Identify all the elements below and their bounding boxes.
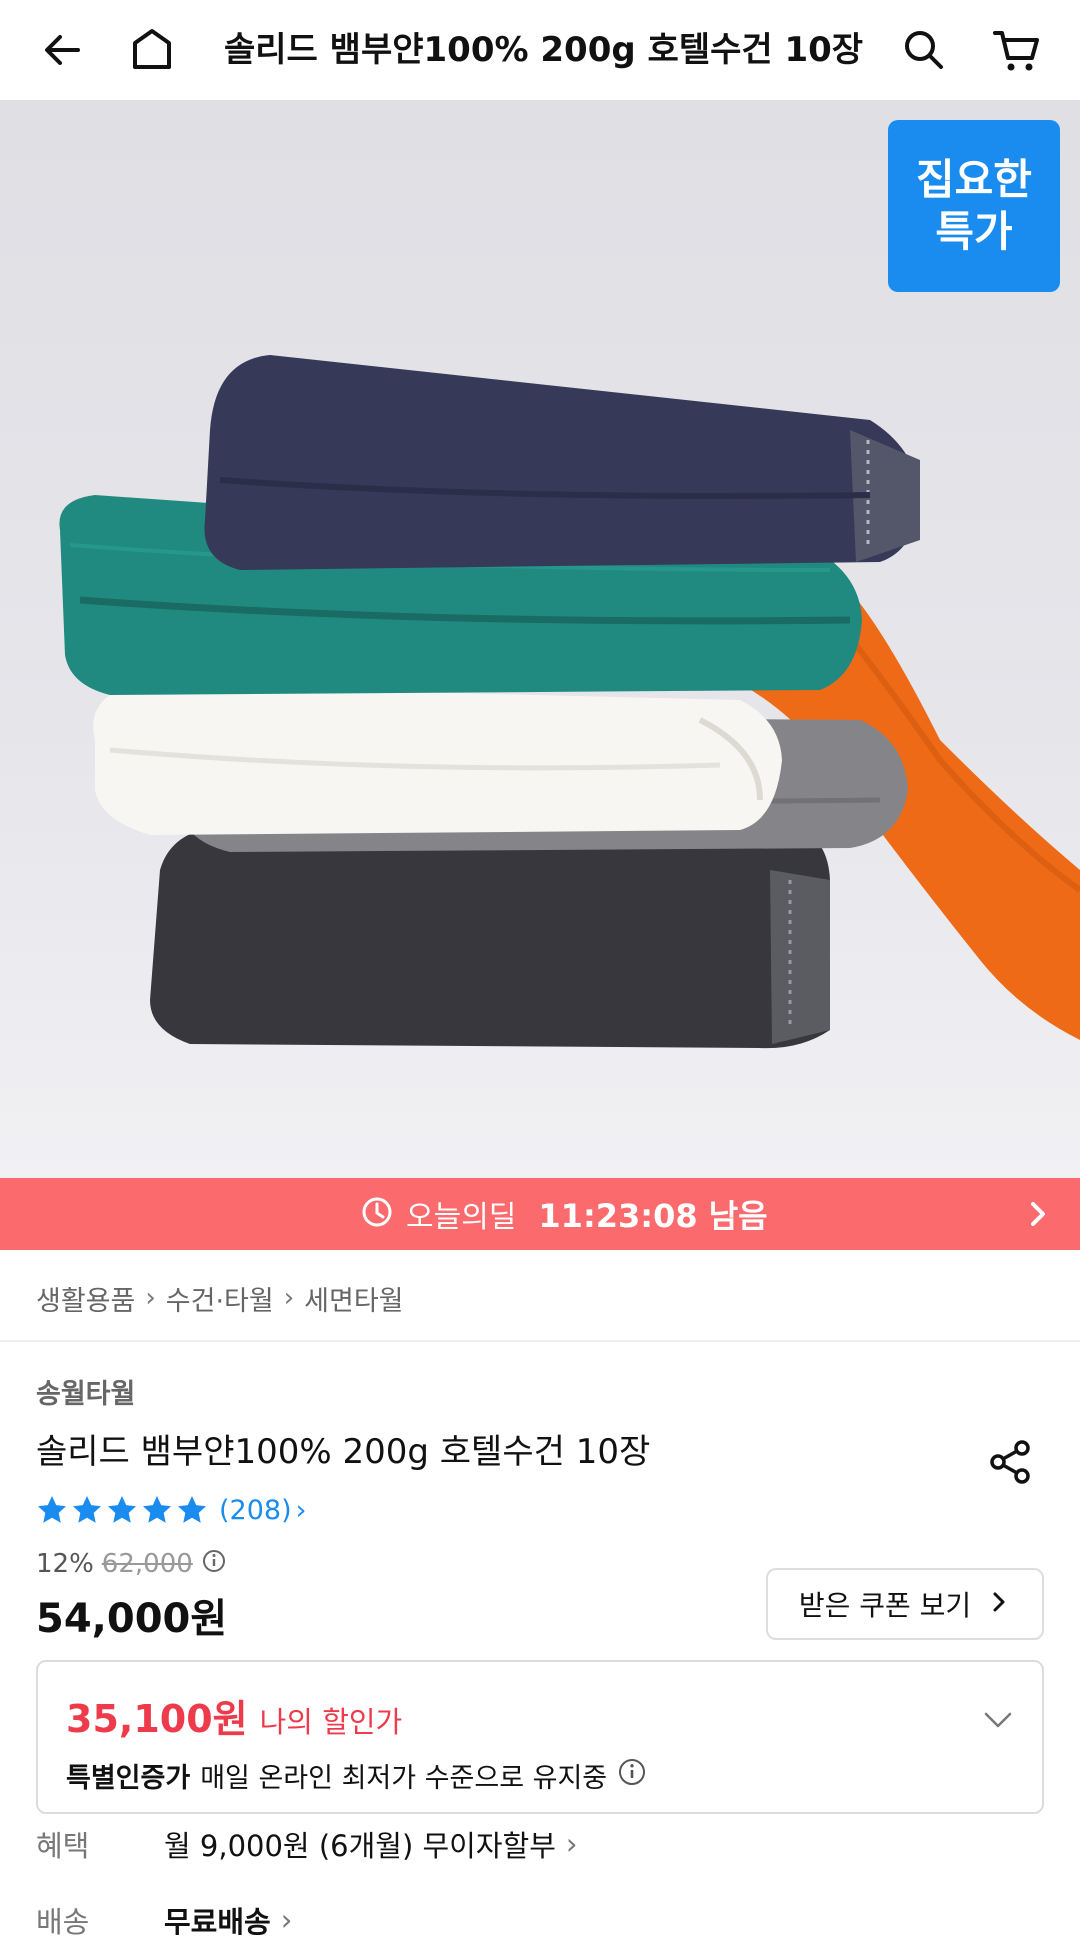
original-price: 62,000 xyxy=(101,1549,193,1579)
section-divider xyxy=(0,1340,1080,1342)
badge-line-2: 특가 xyxy=(935,207,1013,256)
deal-label: 오늘의딜 xyxy=(406,1200,517,1235)
todays-deal-banner[interactable]: 오늘의딜 11:23:08 남음 xyxy=(0,1178,1080,1250)
clock-icon xyxy=(360,1195,394,1233)
shipping-label: 배송 xyxy=(36,1905,90,1939)
rating-row[interactable]: (208) › xyxy=(36,1490,306,1530)
breadcrumb: 생활용품 › 수건·타월 › 세면타월 xyxy=(36,1274,404,1322)
breadcrumb-item-3[interactable]: 세면타월 xyxy=(304,1279,403,1318)
star-icon xyxy=(143,1496,171,1523)
page-title: 솔리드 뱀부얀100% 200g 호텔수건 10장 xyxy=(224,30,864,70)
special-cert-label: 특별인증가 xyxy=(66,1763,191,1794)
review-count[interactable]: (208) xyxy=(219,1495,292,1526)
my-discount-price: 35,100원 xyxy=(66,1697,248,1741)
view-coupons-button[interactable]: 받은 쿠폰 보기 xyxy=(766,1568,1044,1640)
chevron-right-icon: › xyxy=(565,1827,578,1861)
benefit-row[interactable]: 혜택 월 9,000원 (6개월) 무이자할부 › xyxy=(36,1822,577,1866)
chevron-right-icon: › xyxy=(295,1494,307,1526)
chevron-right-icon: › xyxy=(283,1283,295,1313)
deal-countdown: 11:23:08 남음 xyxy=(538,1197,768,1235)
cart-icon[interactable] xyxy=(988,22,1044,78)
shipping-row[interactable]: 배송 무료배송 › xyxy=(36,1898,292,1942)
special-cert-text: 매일 온라인 최저가 수준으로 유지중 xyxy=(200,1763,608,1794)
coupon-button-label: 받은 쿠폰 보기 xyxy=(798,1589,972,1622)
shipping-value: 무료배송 xyxy=(164,1905,271,1939)
my-discount-box[interactable]: 35,100원 나의 할인가 특별인증가 매일 온라인 최저가 수준으로 유지중 xyxy=(36,1660,1044,1814)
star-icon xyxy=(108,1496,136,1523)
discount-row: 12% 62,000 xyxy=(36,1546,227,1582)
share-icon[interactable] xyxy=(984,1436,1036,1488)
back-arrow-icon[interactable] xyxy=(34,22,90,78)
badge-line-1: 집요한 xyxy=(916,155,1032,204)
home-icon[interactable] xyxy=(124,22,180,78)
chevron-right-icon: › xyxy=(280,1903,293,1937)
info-icon[interactable] xyxy=(617,1757,647,1794)
brand-name[interactable]: 송월타월 xyxy=(36,1372,135,1411)
benefit-value: 월 9,000원 (6개월) 무이자할부 xyxy=(164,1829,556,1863)
star-icon xyxy=(178,1496,206,1523)
info-icon[interactable] xyxy=(201,1548,227,1581)
benefit-label: 혜택 xyxy=(36,1829,90,1863)
star-icon xyxy=(38,1496,66,1523)
product-name: 솔리드 뱀부얀100% 200g 호텔수건 10장 xyxy=(36,1432,651,1472)
search-icon[interactable] xyxy=(896,22,952,78)
top-app-bar: 솔리드 뱀부얀100% 200g 호텔수건 10장 xyxy=(0,0,1080,100)
chevron-down-icon[interactable] xyxy=(980,1702,1016,1738)
sale-price: 54,000원 xyxy=(36,1596,228,1642)
special-deal-badge: 집요한 특가 xyxy=(888,120,1060,292)
star-icon xyxy=(73,1496,101,1523)
breadcrumb-item-2[interactable]: 수건·타월 xyxy=(166,1279,274,1318)
my-discount-label: 나의 할인가 xyxy=(259,1705,403,1739)
chevron-right-icon xyxy=(987,1588,1011,1621)
breadcrumb-item-1[interactable]: 생활용품 xyxy=(36,1279,135,1318)
product-image[interactable]: 집요한 특가 xyxy=(0,100,1080,1178)
star-rating xyxy=(36,1494,211,1526)
chevron-right-icon: › xyxy=(145,1283,156,1313)
discount-rate: 12% xyxy=(36,1549,94,1579)
chevron-right-icon[interactable] xyxy=(1016,1192,1060,1236)
